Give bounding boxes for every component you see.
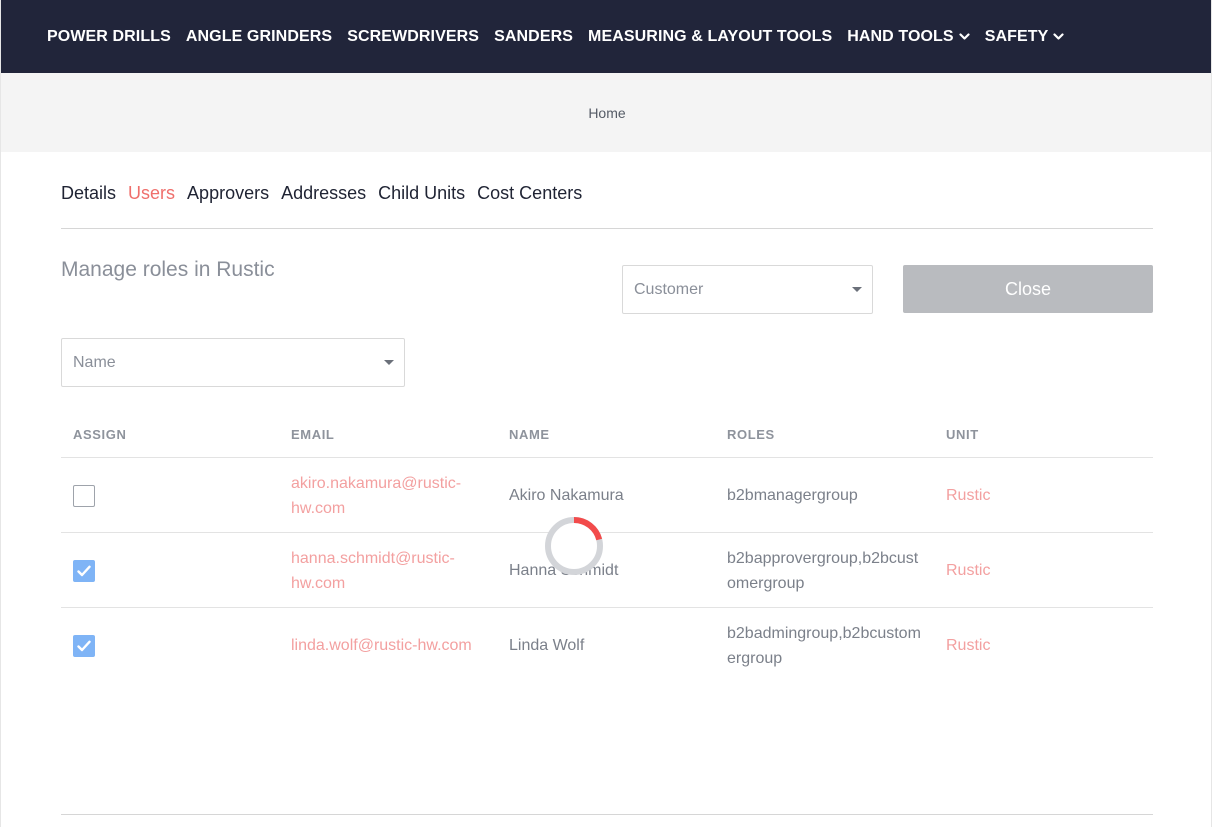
user-email-link[interactable]: linda.wolf@rustic-hw.com	[291, 608, 486, 683]
column-header-email: EMAIL	[291, 427, 335, 442]
tab-child-units[interactable]: Child Units	[378, 183, 465, 204]
user-unit-link[interactable]: Rustic	[946, 608, 990, 683]
column-header-assign: ASSIGN	[73, 427, 127, 442]
role-filter-value: Customer	[634, 280, 704, 298]
tab-approvers[interactable]: Approvers	[187, 183, 269, 204]
nav-item-screwdrivers[interactable]: SCREWDRIVERS	[347, 28, 479, 46]
user-roles: b2badmingroup,b2bcustomergroup	[727, 624, 921, 667]
assign-checkbox[interactable]	[73, 634, 95, 657]
section-divider	[61, 814, 1153, 815]
nav-item-label: ANGLE GRINDERS	[185, 27, 333, 45]
chevron-down-icon	[1053, 32, 1065, 41]
spinner-icon	[544, 516, 604, 576]
nav-item-label: SANDERS	[494, 27, 574, 45]
nav-item-label: SAFETY	[984, 27, 1049, 45]
check-icon	[77, 565, 91, 576]
nav-item-sanders[interactable]: SANDERS	[494, 28, 573, 46]
page-title: Manage roles in Rustic	[61, 258, 275, 281]
caret-down-icon	[852, 286, 862, 292]
chevron-down-icon	[959, 32, 970, 41]
user-email-link[interactable]: hanna.schmidt@rustic-hw.com	[291, 533, 486, 608]
user-unit-link[interactable]: Rustic	[946, 458, 990, 533]
nav-item-label: SCREWDRIVERS	[347, 27, 480, 45]
nav-item-hand-tools[interactable]: HAND TOOLS	[847, 27, 970, 46]
unit-tabs: Details Users Approvers Addresses Child …	[61, 183, 594, 204]
column-header-name: NAME	[509, 427, 550, 442]
table-row: hanna.schmidt@rustic-hw.com Hanna Schmid…	[61, 533, 1153, 608]
table-row: linda.wolf@rustic-hw.com Linda Wolf b2ba…	[61, 608, 1153, 683]
tab-users[interactable]: Users	[128, 183, 175, 204]
user-unit-link[interactable]: Rustic	[946, 533, 990, 608]
assign-checkbox[interactable]	[73, 484, 95, 507]
sort-select-value: Name	[73, 353, 116, 371]
user-name: Akiro Nakamura	[509, 487, 624, 504]
user-roles: b2bmanagergroup	[727, 487, 858, 504]
table-header: ASSIGN EMAIL NAME ROLES UNIT	[61, 410, 1153, 458]
close-button[interactable]: Close	[903, 265, 1153, 313]
role-filter-select[interactable]: Customer	[622, 265, 873, 314]
breadcrumb-home-link[interactable]: Home	[588, 105, 625, 121]
nav-item-label: MEASURING & LAYOUT TOOLS	[588, 27, 833, 45]
nav-item-label: POWER DRILLS	[47, 27, 171, 45]
nav-item-power-drills[interactable]: POWER DRILLS	[47, 28, 171, 46]
assign-cell	[73, 533, 95, 608]
column-header-unit: UNIT	[946, 427, 979, 442]
tab-addresses[interactable]: Addresses	[281, 183, 366, 204]
assign-cell	[73, 608, 95, 683]
breadcrumb: Home	[1, 73, 1211, 152]
nav-item-safety[interactable]: SAFETY	[985, 28, 1065, 46]
nav-item-measuring-layout-tools[interactable]: MEASURING & LAYOUT TOOLS	[588, 28, 832, 46]
assign-checkbox[interactable]	[73, 559, 95, 582]
tabs-divider	[61, 228, 1153, 229]
table-row: akiro.nakamura@rustic-hw.com Akiro Nakam…	[61, 458, 1153, 533]
nav-item-angle-grinders[interactable]: ANGLE GRINDERS	[186, 28, 332, 46]
top-nav: POWER DRILLS ANGLE GRINDERS SCREWDRIVERS…	[1, 0, 1211, 73]
tab-cost-centers[interactable]: Cost Centers	[477, 183, 582, 204]
tab-details[interactable]: Details	[61, 183, 116, 204]
assign-cell	[73, 458, 95, 533]
user-name: Linda Wolf	[509, 637, 585, 654]
sort-select[interactable]: Name	[61, 338, 405, 387]
user-name: Hanna Schmidt	[509, 562, 619, 579]
column-header-roles: ROLES	[727, 427, 775, 442]
user-roles: b2bapprovergroup,b2bcustomergroup	[727, 549, 919, 592]
users-table: ASSIGN EMAIL NAME ROLES UNIT akiro.nakam…	[61, 410, 1153, 683]
nav-item-label: HAND TOOLS	[847, 27, 954, 45]
caret-down-icon	[384, 359, 394, 365]
app-frame: POWER DRILLS ANGLE GRINDERS SCREWDRIVERS…	[0, 0, 1212, 827]
check-icon	[77, 640, 91, 651]
user-email-link[interactable]: akiro.nakamura@rustic-hw.com	[291, 458, 486, 533]
